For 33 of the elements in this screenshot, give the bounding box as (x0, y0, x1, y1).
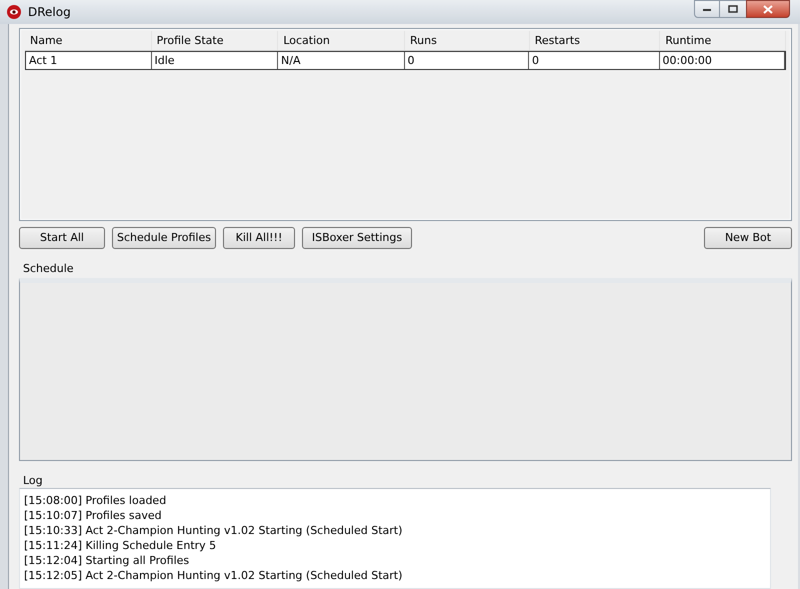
log-line: [15:10:33] Act 2-Champion Hunting v1.02 Starting (Scheduled Start) (24, 523, 402, 538)
close-icon (763, 4, 773, 14)
table-cell: Idle (152, 52, 278, 69)
action-button[interactable]: Start All (19, 227, 105, 249)
minimize-icon (703, 8, 711, 10)
app-logo-icon (6, 4, 22, 20)
maximize-icon (728, 5, 738, 13)
column-header[interactable]: Profile State (152, 31, 278, 50)
close-button[interactable] (746, 0, 790, 18)
column-header[interactable]: Runtime (660, 31, 786, 50)
section-label: Log (23, 474, 44, 488)
action-button[interactable]: Schedule Profiles (112, 227, 216, 249)
column-header[interactable]: Runs (405, 31, 530, 50)
log-line: [15:12:05] Act 2-Champion Hunting v1.02 Starting (Scheduled Start) (24, 568, 402, 583)
action-button[interactable]: Kill All!!! (223, 227, 295, 249)
action-button[interactable]: ISBoxer Settings (302, 227, 412, 249)
table-cell: 0 (404, 52, 530, 69)
column-header[interactable]: Name (25, 31, 152, 50)
window-title: DRelog (28, 4, 71, 21)
log-line: [15:12:04] Starting all Profiles (24, 553, 190, 568)
log-line: [15:11:24] Killing Schedule Entry 5 (24, 538, 216, 553)
log-line: [15:10:07] Profiles saved (24, 508, 162, 523)
section-label: Schedule (23, 262, 75, 276)
maximize-button[interactable] (720, 0, 746, 18)
column-header[interactable]: Location (278, 31, 406, 50)
table-cell: 00:00:00 (660, 52, 786, 69)
table-cell: N/A (278, 52, 405, 69)
log-line: [15:08:00] Profiles loaded (24, 493, 166, 508)
minimize-button[interactable] (694, 0, 720, 18)
table-cell: Act 1 (26, 52, 152, 69)
table-cell: 0 (529, 52, 660, 69)
action-button[interactable]: New Bot (704, 227, 792, 249)
column-header[interactable]: Restarts (530, 31, 660, 50)
